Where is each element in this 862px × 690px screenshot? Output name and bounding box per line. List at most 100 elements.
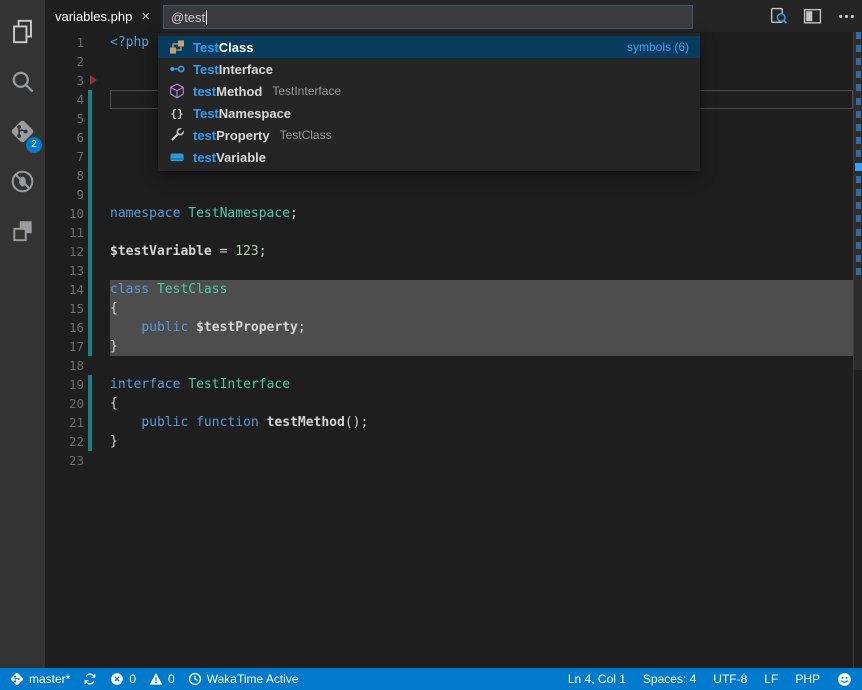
code-line-17: 17 }: [45, 337, 853, 356]
activity-item-extensions[interactable]: [0, 206, 45, 256]
code-line-11: 11: [45, 223, 853, 242]
line-number[interactable]: 5: [45, 109, 84, 128]
code-line-content[interactable]: [110, 185, 853, 204]
line-number[interactable]: 18: [45, 356, 84, 375]
line-number[interactable]: 16: [45, 318, 84, 337]
code-line-content[interactable]: {: [110, 394, 853, 413]
line-number[interactable]: 23: [45, 451, 84, 470]
status-item-label: master*: [29, 672, 70, 686]
status-item-sync[interactable]: [83, 672, 97, 686]
code-line-21: 21 public function testMethod();: [45, 413, 853, 432]
branch-icon: [10, 672, 24, 686]
symbol-result-testProperty[interactable]: testProperty TestClass: [158, 124, 700, 146]
overview-ruler-mark: [856, 215, 861, 222]
line-number[interactable]: 6: [45, 128, 84, 147]
code-line-content[interactable]: public function testMethod();: [110, 413, 853, 432]
activity-item-search[interactable]: [0, 56, 45, 106]
status-item-warnings[interactable]: 0: [149, 672, 175, 686]
more-actions-icon[interactable]: [837, 7, 856, 26]
code-line-content[interactable]: }: [110, 337, 853, 356]
code-line-content[interactable]: interface TestInterface: [110, 375, 853, 394]
line-number[interactable]: 8: [45, 166, 84, 185]
status-item-cursor-position[interactable]: Ln 4, Col 1: [568, 672, 626, 686]
symbol-result-testMethod[interactable]: testMethodTestInterface: [158, 80, 700, 102]
line-number[interactable]: 21: [45, 413, 84, 432]
overview-ruler-mark: [856, 176, 861, 183]
code-line-content[interactable]: [110, 223, 853, 242]
results-count-badge: symbols (6): [627, 40, 689, 54]
line-number[interactable]: 11: [45, 223, 84, 242]
git-added-gutter-bar: [88, 318, 92, 337]
code-line-content[interactable]: [110, 261, 853, 280]
code-line-content[interactable]: class TestClass: [110, 280, 853, 299]
code-line-9: 9: [45, 185, 853, 204]
line-number[interactable]: 14: [45, 280, 84, 299]
line-number[interactable]: 9: [45, 185, 84, 204]
status-item-eol[interactable]: LF: [764, 672, 778, 686]
code-line-content[interactable]: }: [110, 432, 853, 451]
line-number[interactable]: 10: [45, 204, 84, 223]
symbol-result-TestInterface[interactable]: TestInterface: [158, 58, 700, 80]
activity-item-debug[interactable]: [0, 156, 45, 206]
code-line-content[interactable]: $testVariable = 123;: [110, 242, 853, 261]
quick-open-input[interactable]: @test: [163, 5, 693, 29]
code-line-content[interactable]: {: [110, 299, 853, 318]
code-line-20: 20 {: [45, 394, 853, 413]
status-item-feedback[interactable]: [837, 672, 852, 687]
line-number[interactable]: 2: [45, 52, 84, 71]
git-added-gutter-bar: [88, 204, 92, 223]
activity-item-source-control[interactable]: 2: [0, 106, 45, 156]
line-number[interactable]: 3: [45, 71, 84, 90]
status-item-label: WakaTime Active: [207, 672, 299, 686]
overview-ruler-mark: [856, 189, 861, 196]
line-number[interactable]: 12: [45, 242, 84, 261]
line-number[interactable]: 22: [45, 432, 84, 451]
git-added-gutter-bar: [88, 299, 92, 318]
git-added-gutter-bar: [88, 109, 92, 128]
activity-item-explorer[interactable]: [0, 6, 45, 56]
status-item-indentation[interactable]: Spaces: 4: [643, 672, 696, 686]
line-number[interactable]: 20: [45, 394, 84, 413]
status-item-encoding[interactable]: UTF-8: [713, 672, 747, 686]
symbol-container: TestClass: [280, 128, 332, 142]
symbol-result-TestClass[interactable]: TestClasssymbols (6): [158, 36, 700, 58]
symbol-result-testVariable[interactable]: testVariable: [158, 146, 700, 168]
status-bar: master* 0 0 WakaTime Active Ln 4, Col 1 …: [0, 668, 862, 690]
scrollbar-slider[interactable]: [854, 32, 862, 370]
git-added-gutter-bar: [88, 261, 92, 280]
status-item-git-branch[interactable]: master*: [10, 672, 70, 686]
code-line-content[interactable]: public $testProperty;: [110, 318, 853, 337]
overview-ruler-scrollbar[interactable]: [853, 32, 862, 668]
status-item-wakatime[interactable]: WakaTime Active: [188, 672, 299, 686]
overview-ruler-mark: [856, 71, 861, 78]
overview-ruler-mark: [856, 268, 861, 275]
line-number[interactable]: 4: [45, 90, 84, 109]
symbol-result-TestNamespace[interactable]: {} TestNamespace: [158, 102, 700, 124]
line-number[interactable]: 19: [45, 375, 84, 394]
split-editor-icon[interactable]: [803, 7, 822, 26]
code-line-content[interactable]: [110, 356, 853, 375]
line-number[interactable]: 15: [45, 299, 84, 318]
status-bar-right: Ln 4, Col 1 Spaces: 4 UTF-8 LF PHP: [568, 672, 852, 687]
namespace-icon: {}: [169, 105, 185, 121]
code-line-content[interactable]: namespace TestNamespace;: [110, 204, 853, 223]
code-line-14: 14 class TestClass: [45, 280, 853, 299]
line-number[interactable]: 1: [45, 33, 84, 52]
code-line-content[interactable]: [110, 451, 853, 470]
search-document-icon[interactable]: [769, 7, 788, 26]
symbol-name: testProperty: [193, 128, 270, 143]
overview-ruler-mark: [856, 98, 861, 105]
close-icon[interactable]: ×: [141, 9, 150, 24]
code-line-13: 13: [45, 261, 853, 280]
line-number[interactable]: 17: [45, 337, 84, 356]
status-item-errors[interactable]: 0: [110, 672, 136, 686]
overview-ruler-mark: [856, 32, 861, 39]
git-added-gutter-bar: [88, 185, 92, 204]
overview-ruler-mark: [856, 229, 861, 236]
method-icon: [169, 83, 185, 99]
line-number[interactable]: 7: [45, 147, 84, 166]
tab-variables-php[interactable]: variables.php ×: [45, 0, 161, 32]
line-number[interactable]: 13: [45, 261, 84, 280]
extensions-icon: [10, 218, 36, 244]
status-item-language-mode[interactable]: PHP: [795, 672, 820, 686]
